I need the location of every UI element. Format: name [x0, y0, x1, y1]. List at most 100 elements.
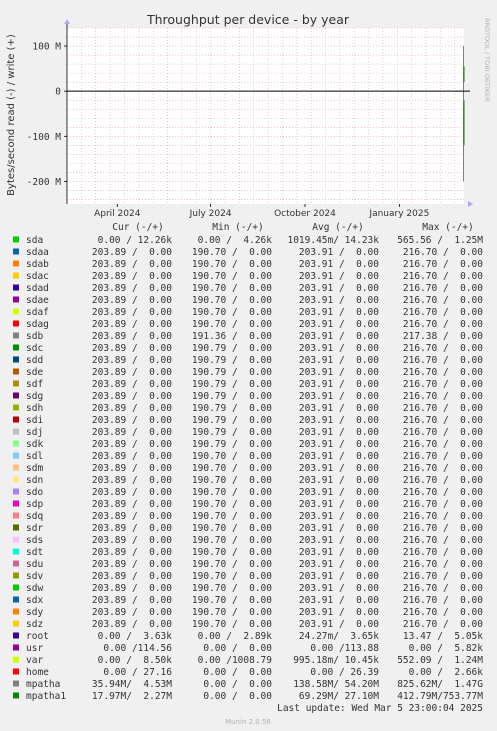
- legend-value-max: 565.56 / 1.25M: [397, 235, 483, 246]
- legend-value-max: 552.09 / 1.24M: [397, 655, 483, 666]
- legend-value-avg: 995.18m/ 10.45k: [293, 655, 379, 666]
- legend-value-avg: 203.91 / 0.00: [299, 247, 379, 258]
- legend-value-cur: 0.00 / 8.50k: [86, 655, 172, 666]
- legend-value-cur: 203.89 / 0.00: [92, 559, 172, 570]
- legend-swatch: [13, 560, 19, 567]
- legend-series-name: sdg: [26, 391, 43, 402]
- legend-value-max: 216.70 / 0.00: [403, 259, 483, 270]
- legend-value-avg: 203.91 / 0.00: [299, 319, 379, 330]
- legend-value-min: 190.70 / 0.00: [192, 295, 272, 306]
- legend-value-min: 190.70 / 0.00: [192, 271, 272, 282]
- legend-value-min: 190.70 / 0.00: [192, 535, 272, 546]
- legend-value-cur: 203.89 / 0.00: [92, 331, 172, 342]
- legend-value-max: 216.70 / 0.00: [403, 403, 483, 414]
- legend-value-min: 190.70 / 0.00: [192, 259, 272, 270]
- legend-swatch: [13, 512, 19, 519]
- legend-series-name: usr: [26, 643, 43, 654]
- legend-series-name: sdy: [26, 607, 43, 618]
- legend-series-name: sdk: [26, 439, 43, 450]
- legend-value-avg: 0.00 /113.88: [299, 643, 379, 654]
- legend-value-min: 190.70 / 0.00: [192, 451, 272, 462]
- legend-value-cur: 203.89 / 0.00: [92, 415, 172, 426]
- legend-series-name: sdad: [26, 283, 49, 294]
- legend-series-name: sdn: [26, 475, 43, 486]
- legend-series-name: mpatha: [26, 679, 60, 690]
- legend-value-avg: 203.91 / 0.00: [299, 379, 379, 390]
- legend-value-cur: 203.89 / 0.00: [92, 439, 172, 450]
- legend-value-avg: 203.91 / 0.00: [299, 343, 379, 354]
- y-axis-label: Bytes/second read (-) / write (+): [6, 34, 17, 196]
- legend-value-min: 0.00 / 0.00: [192, 691, 272, 702]
- legend-value-avg: 203.91 / 0.00: [299, 367, 379, 378]
- legend-value-avg: 1019.45m/ 14.23k: [287, 235, 379, 246]
- legend-swatch: [13, 584, 19, 591]
- legend-value-avg: 203.91 / 0.00: [299, 283, 379, 294]
- legend-value-cur: 203.89 / 0.00: [92, 295, 172, 306]
- legend-swatch: [13, 428, 19, 435]
- legend-value-min: 190.79 / 0.00: [192, 355, 272, 366]
- legend-swatch: [13, 452, 19, 459]
- legend-value-min: 190.79 / 0.00: [192, 427, 272, 438]
- legend-value-cur: 203.89 / 0.00: [92, 355, 172, 366]
- legend-swatch: [13, 404, 19, 411]
- legend-value-min: 190.70 / 0.00: [192, 583, 272, 594]
- legend-value-avg: 203.91 / 0.00: [299, 403, 379, 414]
- legend-value-max: 216.70 / 0.00: [403, 283, 483, 294]
- legend-swatch: [13, 416, 19, 423]
- legend-value-avg: 203.91 / 0.00: [299, 295, 379, 306]
- legend-swatch: [13, 260, 19, 267]
- legend-value-max: 216.70 / 0.00: [403, 547, 483, 558]
- legend-value-cur: 203.89 / 0.00: [92, 403, 172, 414]
- legend-value-max: 216.70 / 0.00: [403, 511, 483, 522]
- legend-series-name: sdab: [26, 259, 49, 270]
- legend-column-header: Avg (-/+): [312, 222, 363, 233]
- legend-series-name: sdu: [26, 559, 43, 570]
- legend-value-avg: 203.91 / 0.00: [299, 499, 379, 510]
- legend-swatch: [13, 596, 19, 603]
- legend-value-max: 216.70 / 0.00: [403, 307, 483, 318]
- legend-series-name: sda: [26, 235, 43, 246]
- legend-value-max: 216.70 / 0.00: [403, 355, 483, 366]
- legend-series-name: sdh: [26, 403, 43, 414]
- legend-value-max: 216.70 / 0.00: [403, 295, 483, 306]
- legend-value-avg: 138.58M/ 54.20M: [293, 679, 379, 690]
- legend-value-avg: 203.91 / 0.00: [299, 571, 379, 582]
- legend-swatch: [13, 668, 19, 675]
- legend-value-min: 190.70 / 0.00: [192, 559, 272, 570]
- legend-swatch: [13, 524, 19, 531]
- legend-series-name: sdb: [26, 331, 43, 342]
- legend-value-cur: 203.89 / 0.00: [92, 619, 172, 630]
- legend-value-max: 13.47 / 5.05k: [397, 631, 483, 642]
- legend-value-max: 216.70 / 0.00: [403, 595, 483, 606]
- legend-value-min: 190.79 / 0.00: [192, 391, 272, 402]
- legend-value-min: 190.70 / 0.00: [192, 283, 272, 294]
- legend-swatch: [13, 632, 19, 639]
- legend-value-cur: 203.89 / 0.00: [92, 595, 172, 606]
- legend-value-avg: 203.91 / 0.00: [299, 559, 379, 570]
- legend-value-min: 0.00 / 0.00: [192, 667, 272, 678]
- legend-swatch: [13, 488, 19, 495]
- legend-value-cur: 203.89 / 0.00: [92, 463, 172, 474]
- legend-swatch: [13, 284, 19, 291]
- legend-value-min: 190.70 / 0.00: [192, 619, 272, 630]
- legend-value-avg: 203.91 / 0.00: [299, 415, 379, 426]
- munin-graph: Throughput per device - by year RRDTOOL …: [0, 0, 497, 731]
- legend-series-name: sdi: [26, 415, 43, 426]
- y-axis-arrow: [64, 19, 70, 24]
- legend-value-cur: 203.89 / 0.00: [92, 523, 172, 534]
- legend-value-avg: 203.91 / 0.00: [299, 307, 379, 318]
- legend-value-min: 190.70 / 0.00: [192, 463, 272, 474]
- legend-value-min: 191.36 / 0.00: [192, 331, 272, 342]
- legend-value-avg: 203.91 / 0.00: [299, 583, 379, 594]
- legend-value-max: 216.70 / 0.00: [403, 523, 483, 534]
- legend-value-avg: 203.91 / 0.00: [299, 427, 379, 438]
- legend-value-cur: 203.89 / 0.00: [92, 607, 172, 618]
- legend-value-cur: 0.00 / 27.16: [92, 667, 172, 678]
- legend-value-max: 216.70 / 0.00: [403, 391, 483, 402]
- legend-value-cur: 203.89 / 0.00: [92, 583, 172, 594]
- legend-value-min: 190.70 / 0.00: [192, 523, 272, 534]
- legend-value-avg: 0.00 / 26.39: [299, 667, 379, 678]
- plot-area: [67, 28, 464, 204]
- legend-value-max: 216.70 / 0.00: [403, 451, 483, 462]
- legend-series-name: sdd: [26, 355, 43, 366]
